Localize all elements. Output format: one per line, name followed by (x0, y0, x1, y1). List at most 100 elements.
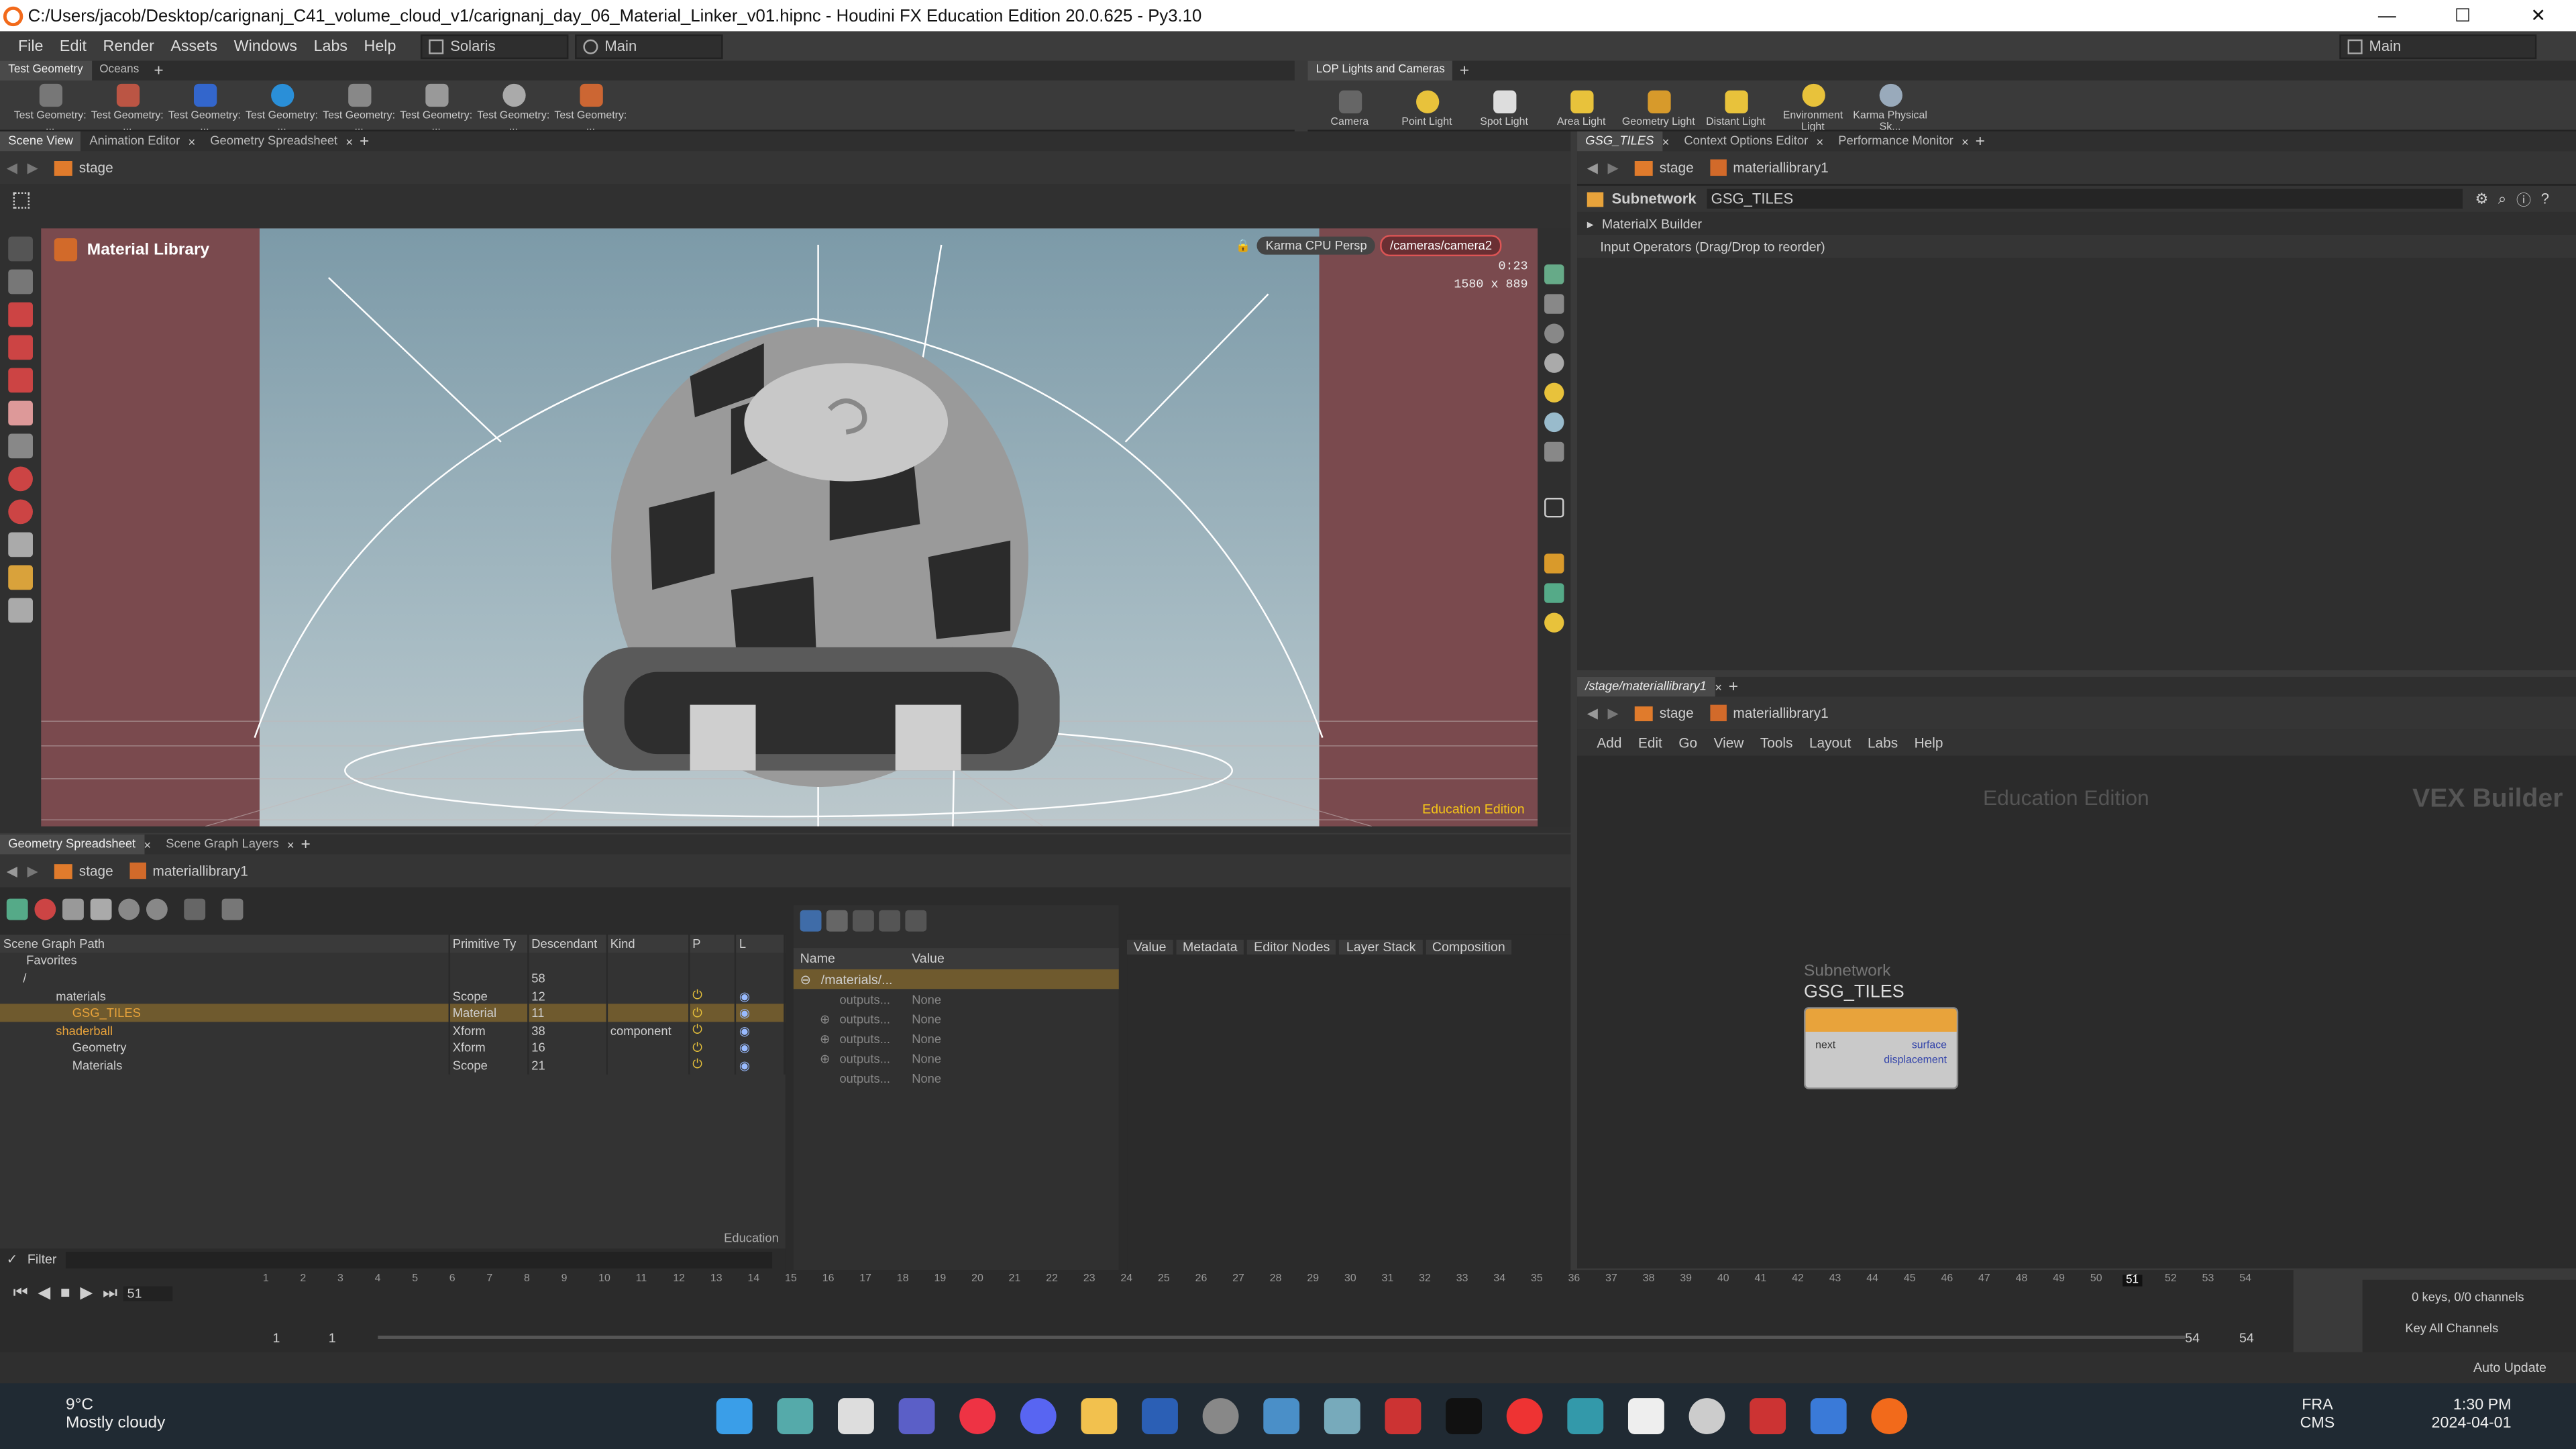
light-tool-icon[interactable] (8, 466, 33, 492)
columns-view-icon[interactable] (853, 909, 874, 931)
table-row[interactable]: Geometry Xform 16 ⏻ ◉ (0, 1039, 786, 1057)
timeline-ruler[interactable]: 1 2 3 4 5 6 7 8 9 10 11 12 13 14 15 16 17 18 19 20 21 22 23 24 2… (263, 1273, 2284, 1299)
chat-app-icon[interactable] (1688, 1398, 1725, 1434)
last-frame-icon[interactable]: ⏭ (103, 1285, 117, 1303)
shelf-tool-area-light[interactable]: Area Light (1543, 87, 1620, 127)
weather-widget[interactable]: 9°C Mostly cloudy (23, 1397, 165, 1433)
word-icon[interactable] (1140, 1398, 1177, 1434)
measure-tool-icon[interactable] (8, 565, 33, 590)
lock-camera-icon[interactable] (1544, 294, 1564, 314)
edit-tool-icon[interactable] (8, 532, 33, 557)
close-icon[interactable]: × (144, 837, 151, 852)
shelf-tool-5[interactable]: Test Geometry: ... (321, 80, 398, 133)
list-item[interactable]: outputs... None (794, 989, 1119, 1008)
list-item[interactable]: ⊕ outputs... None (794, 1009, 1119, 1028)
path-stage[interactable]: stage (1660, 160, 1694, 176)
menu-assets[interactable]: Assets (162, 37, 225, 55)
path-materiallibrary[interactable]: materiallibrary1 (1733, 705, 1828, 721)
help-icon[interactable]: ? (2541, 191, 2549, 207)
desktop-select[interactable]: Solaris (421, 34, 569, 58)
play-reverse-icon[interactable]: ◀ (38, 1285, 50, 1303)
range-slider[interactable] (378, 1336, 2186, 1339)
viewport[interactable]: Material Library 🔒 Karma CPU Persp /came… (41, 228, 1538, 826)
minimize-button[interactable]: — (2349, 6, 2425, 25)
tab-scene-view[interactable]: Scene View (0, 131, 82, 152)
view-icon[interactable] (184, 898, 206, 920)
shelf-tool-8[interactable]: Test Geometry: ... (552, 80, 629, 133)
range-end2-field[interactable]: 54 (2239, 1330, 2254, 1344)
back-arrow-icon[interactable]: ◀ (1587, 158, 1598, 176)
tab-animation-editor[interactable]: Animation Editor (81, 131, 188, 151)
shelf-tool-3[interactable]: Test Geometry: ... (166, 80, 243, 133)
forward-arrow-icon[interactable]: ▶ (28, 158, 38, 176)
header-type[interactable]: Primitive Ty (448, 934, 529, 953)
shelf-tool-camera[interactable]: Camera (1311, 87, 1388, 127)
forward-arrow-icon[interactable]: ▶ (28, 862, 38, 880)
menu-labs[interactable]: Labs (305, 37, 356, 55)
tab-value[interactable]: Value (1127, 938, 1173, 954)
sphere-icon[interactable] (1544, 353, 1564, 373)
forward-arrow-icon[interactable]: ▶ (1607, 158, 1618, 176)
gear-icon[interactable]: ⚙ (2475, 190, 2488, 208)
auto-update-button[interactable]: Auto Update (2473, 1360, 2546, 1375)
tab-context-options[interactable]: Context Options Editor (1676, 131, 1816, 151)
close-icon[interactable]: × (1662, 134, 1670, 149)
menu-render[interactable]: Render (95, 37, 162, 55)
table-row[interactable]: shaderball Xform 38 component ⏻ ◉ (0, 1022, 786, 1040)
forward-arrow-icon[interactable]: ▶ (1607, 704, 1618, 722)
lock-icon[interactable]: 🔒 (1236, 238, 1251, 253)
close-icon[interactable]: × (188, 134, 195, 149)
shelf-tool-1[interactable]: Test Geometry: ... (11, 80, 89, 133)
shelf-tool-environment-light[interactable]: Environment Light (1774, 80, 1851, 133)
grid-view-icon[interactable] (905, 909, 927, 931)
add-tab-icon[interactable]: + (1453, 62, 1476, 80)
display-options-icon[interactable] (1544, 264, 1564, 284)
header-kind[interactable]: Kind (606, 934, 690, 953)
header-l[interactable]: L (735, 934, 786, 953)
grid-icon[interactable] (1544, 583, 1564, 603)
path-stage[interactable]: stage (1660, 705, 1694, 721)
shelf-tool-point-light[interactable]: Point Light (1388, 87, 1465, 127)
add-tab-icon[interactable]: + (360, 132, 369, 150)
folder-icon[interactable] (1080, 1398, 1117, 1434)
tab-performance-monitor[interactable]: Performance Monitor (1830, 131, 1962, 151)
list-item[interactable]: outputs... None (794, 1068, 1119, 1087)
add-tab-icon[interactable]: + (301, 835, 310, 853)
menu-edit[interactable]: Edit (52, 37, 95, 55)
red-app-icon[interactable] (1384, 1398, 1421, 1434)
table-row[interactable]: Materials Scope 21 ⏻ ◉ (0, 1057, 786, 1075)
move-tool-icon[interactable] (8, 302, 33, 327)
info-icon[interactable] (118, 898, 140, 920)
maximize-button[interactable]: ☐ (2425, 5, 2501, 26)
path-stage[interactable]: stage (79, 160, 1426, 176)
clock[interactable]: 1:30 PM 2024-04-01 (2432, 1397, 2512, 1433)
filter-input[interactable] (66, 1250, 773, 1268)
rotate-tool-icon[interactable] (8, 335, 33, 360)
grid-menu-icon[interactable] (13, 192, 30, 209)
path-materiallibrary[interactable]: materiallibrary1 (152, 863, 248, 879)
first-frame-icon[interactable]: ⏮ (13, 1285, 28, 1303)
light-icon[interactable] (1544, 382, 1564, 403)
render-icon[interactable] (1544, 441, 1564, 462)
bulb-icon[interactable] (1544, 412, 1564, 433)
search-icon[interactable]: ⌕ (2498, 190, 2506, 208)
hierarchy-icon[interactable] (90, 898, 112, 920)
discord-icon[interactable] (1019, 1398, 1056, 1434)
list-item[interactable]: ⊕ outputs... None (794, 1028, 1119, 1048)
magnet-tool-icon[interactable] (8, 499, 33, 525)
file-icon[interactable] (837, 1398, 873, 1434)
menu-help[interactable]: Help (356, 37, 404, 55)
range-start-field[interactable]: 1 (273, 1330, 280, 1344)
node-name-field[interactable]: GSG_TILES (1706, 189, 2462, 209)
close-icon[interactable]: × (1816, 134, 1823, 149)
list-item[interactable]: ⊕ outputs... None (794, 1048, 1119, 1067)
menu-go[interactable]: Go (1678, 735, 1697, 751)
port-displacement[interactable]: displacement (1884, 1055, 1947, 1066)
wing-app-icon[interactable] (1566, 1398, 1603, 1434)
v-app-icon[interactable] (1444, 1398, 1481, 1434)
back-arrow-icon[interactable]: ◀ (1587, 704, 1598, 722)
materialx-builder-section[interactable]: ▸ MaterialX Builder (1577, 212, 2576, 235)
back-arrow-icon[interactable]: ◀ (7, 862, 17, 880)
menu-windows[interactable]: Windows (225, 37, 305, 55)
shelf-tool-7[interactable]: Test Geometry: ... (475, 80, 552, 133)
